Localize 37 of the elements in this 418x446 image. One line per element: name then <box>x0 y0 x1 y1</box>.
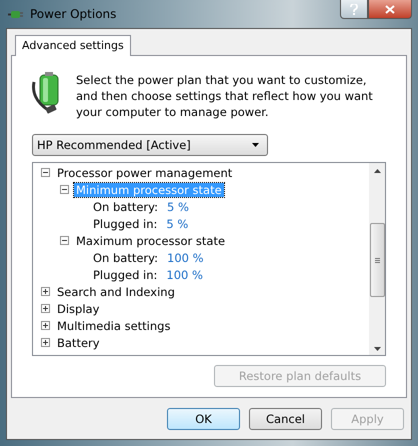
dialog-button[interactable]: Cancel <box>249 408 322 430</box>
expand-icon[interactable] <box>41 287 50 296</box>
tree-item[interactable]: Display <box>55 302 102 316</box>
grip-icon <box>374 258 380 262</box>
caret-icon <box>252 143 259 147</box>
setting-label: On battery: <box>93 200 158 214</box>
description: Select the power plan that you want to customize, and then choose settings that reflect how you want your computer to manage power. <box>76 72 374 120</box>
setting-label: Plugged in: <box>93 268 158 282</box>
tree-item[interactable]: Maximum processor state <box>74 234 228 248</box>
expand-icon[interactable] <box>41 338 50 347</box>
setting-label: On battery: <box>93 250 158 264</box>
tree-item[interactable]: Multimedia settings <box>55 318 172 332</box>
dialog-button[interactable]: OK <box>167 408 240 430</box>
scroll-up-icon[interactable] <box>374 169 380 173</box>
collapse-icon[interactable] <box>60 185 69 194</box>
expand-icon[interactable] <box>41 321 50 330</box>
help-button[interactable] <box>340 0 368 19</box>
tree-item[interactable]: Processor power management <box>55 166 234 180</box>
tab[interactable]: Advanced settings <box>15 35 131 56</box>
scroll-down-icon[interactable] <box>374 347 380 351</box>
collapse-icon[interactable] <box>41 168 50 177</box>
setting-value[interactable]: 100 % <box>167 250 204 264</box>
tree-item[interactable]: Battery <box>55 336 102 350</box>
setting-value[interactable]: 5 % <box>167 200 189 214</box>
scroll-thumb[interactable] <box>370 223 384 297</box>
window-title: Power Options <box>30 7 116 21</box>
collapse-icon[interactable] <box>60 236 69 245</box>
plan-dropdown[interactable]: HP Recommended [Active] <box>32 134 268 156</box>
setting-label: Plugged in: <box>93 216 158 230</box>
setting-value[interactable]: 100 % <box>166 268 203 282</box>
tree-item[interactable]: Search and Indexing <box>55 284 177 298</box>
close-icon <box>385 4 395 14</box>
scrollbar[interactable] <box>369 163 385 355</box>
setting-value[interactable]: 5 % <box>166 216 188 230</box>
expand-icon[interactable] <box>41 304 50 313</box>
close-button[interactable] <box>368 0 412 19</box>
help-icon <box>350 4 358 14</box>
